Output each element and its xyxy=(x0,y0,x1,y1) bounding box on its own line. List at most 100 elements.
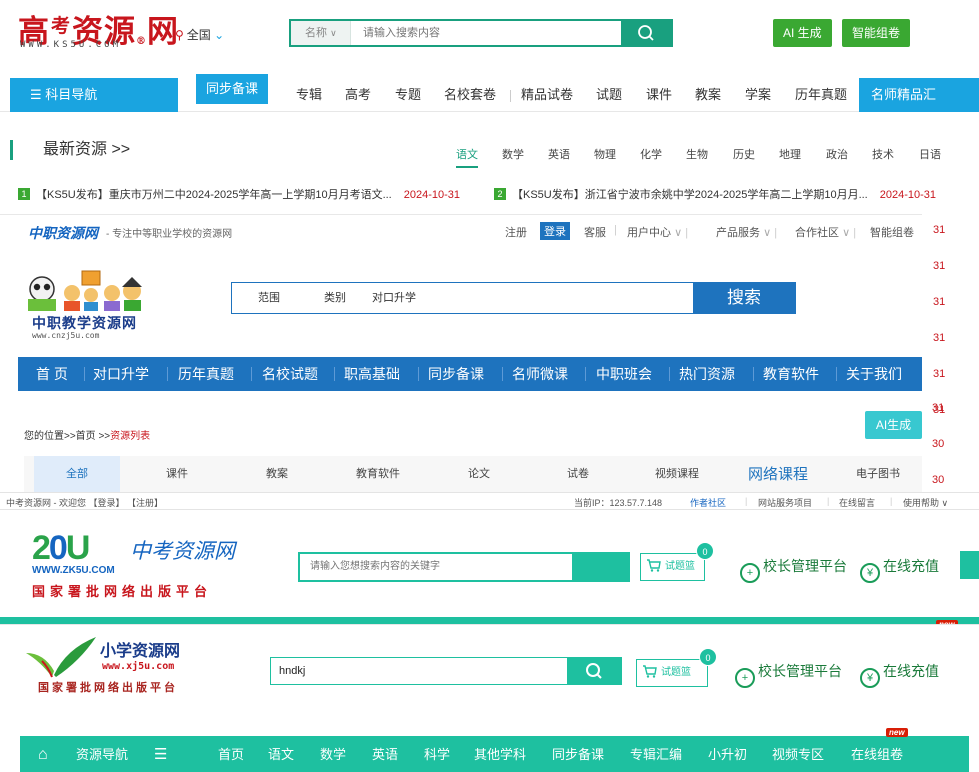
author-community-link[interactable]: 作者社区 xyxy=(690,496,726,509)
tab-item[interactable]: 教育软件 xyxy=(356,456,400,492)
newest-resources-title[interactable]: 最新资源 >> xyxy=(10,140,130,160)
nav-item[interactable]: 对口升学 xyxy=(93,357,149,391)
nav-item[interactable]: 职高基础 xyxy=(344,357,400,391)
community-menu[interactable]: 合作社区 ∨ | xyxy=(795,224,856,240)
nav-item[interactable]: 同步备课 xyxy=(552,736,604,772)
online-recharge-link[interactable]: ¥ 在线充值 xyxy=(860,556,939,583)
search-input[interactable] xyxy=(353,21,623,45)
nav-item[interactable]: 首 页 xyxy=(36,357,68,391)
zk5u-logo[interactable]: 20U 中考资源网 WWW.ZK5U.COM 国家署批网络出版平台 xyxy=(32,529,262,600)
nav-item[interactable]: 关于我们 xyxy=(846,357,902,391)
nav-item[interactable]: 高考 xyxy=(345,78,371,112)
tab-item[interactable]: 网络课程 xyxy=(748,456,808,492)
service-link[interactable]: 客服 xyxy=(584,224,606,240)
nav-item[interactable]: 同步备课 xyxy=(428,357,484,391)
nav-item[interactable]: 专辑汇编 xyxy=(630,736,682,772)
search-scope-select[interactable]: 名称 ∨ xyxy=(291,21,351,45)
smart-paper-link[interactable]: 智能组卷 xyxy=(870,224,914,240)
tab-item[interactable]: 试卷 xyxy=(567,456,589,492)
nav-item[interactable]: 同步备课 xyxy=(196,74,269,104)
region-selector[interactable]: ⚲ 全国 ⌄ xyxy=(175,26,224,43)
nav-item[interactable]: 名校套卷 xyxy=(444,78,496,112)
nav-item[interactable]: 课件 xyxy=(646,78,672,112)
subject-tab[interactable]: 日语 xyxy=(919,146,941,162)
user-center-menu[interactable]: 用户中心 ∨ | xyxy=(627,224,688,240)
category-label[interactable]: 类别 xyxy=(324,283,346,313)
subject-tab[interactable]: 政治 xyxy=(826,146,848,162)
tab-item[interactable]: 课件 xyxy=(166,456,188,492)
nav-item[interactable]: 小升初 xyxy=(708,736,747,772)
subject-nav-toggle[interactable]: ☰ 科目导航 xyxy=(10,78,178,112)
tab-item[interactable]: 电子图书 xyxy=(856,456,900,492)
nav-item[interactable]: 首页 xyxy=(218,736,244,772)
subject-tab[interactable]: 地理 xyxy=(779,146,801,162)
service-items-link[interactable]: 网站服务项目 xyxy=(758,496,812,509)
search-button[interactable] xyxy=(567,658,621,684)
search-input[interactable] xyxy=(279,658,559,684)
edge-button[interactable] xyxy=(960,551,979,579)
tab-item[interactable]: 视频课程 xyxy=(655,456,699,492)
chevron-down-icon: ∨ xyxy=(763,227,772,239)
news-item[interactable]: 1 【KS5U发布】重庆市万州二中2024-2025学年高一上学期10月月考语文.… xyxy=(18,186,460,202)
nav-item[interactable]: 学案 xyxy=(745,78,771,112)
subject-tab[interactable]: 英语 xyxy=(548,146,570,162)
subject-tab[interactable]: 化学 xyxy=(640,146,662,162)
search-input[interactable] xyxy=(310,554,560,580)
help-menu[interactable]: 使用帮助 ∨ xyxy=(903,496,948,509)
nav-item[interactable]: 数学 xyxy=(320,736,346,772)
smart-paper-button[interactable]: 智能组卷 xyxy=(842,19,911,47)
principal-platform-link[interactable]: + 校长管理平台 xyxy=(740,556,847,583)
login-button[interactable]: 登录 xyxy=(540,222,570,240)
nav-item[interactable]: 历年真题 xyxy=(178,357,234,391)
nav-item[interactable]: 在线组卷 xyxy=(851,736,903,772)
nav-item[interactable]: 历年真题 xyxy=(795,78,847,112)
ai-generate-button[interactable]: AI生成 xyxy=(865,411,922,439)
nav-item[interactable]: 热门资源 xyxy=(679,357,735,391)
nav-item[interactable]: 视频专区 xyxy=(772,736,824,772)
home-icon[interactable]: ⌂ xyxy=(38,736,48,772)
nav-item[interactable]: 语文 xyxy=(268,736,294,772)
nav-item[interactable]: 试题 xyxy=(596,78,622,112)
cnzj5u-logo[interactable]: 中职教学资源网 www.cnzj5u.com xyxy=(24,263,154,341)
principal-platform-link[interactable]: + 校长管理平台 xyxy=(735,661,842,688)
nav-item[interactable]: 教育软件 xyxy=(763,357,819,391)
nav-item-famous-teacher[interactable]: 名师精品汇 xyxy=(859,78,979,112)
nav-item[interactable]: 专辑 xyxy=(296,78,322,112)
subject-tab[interactable]: 语文 xyxy=(456,146,478,168)
ai-generate-button[interactable]: AI 生成 xyxy=(773,19,832,47)
xj5u-logo[interactable]: 小学资源网 www.xj5u.com 国家署批网络出版平台 xyxy=(22,631,222,721)
menu-icon[interactable]: ☰ xyxy=(154,736,167,772)
subject-tab[interactable]: 数学 xyxy=(502,146,524,162)
tab-all[interactable]: 全部 xyxy=(34,456,120,492)
question-basket-button[interactable]: 试题篮 0 xyxy=(640,542,714,581)
products-menu[interactable]: 产品服务 ∨ | xyxy=(716,224,777,240)
register-link[interactable]: 注册 xyxy=(505,224,527,240)
search-button[interactable]: 搜索 xyxy=(693,283,795,313)
subject-tab[interactable]: 技术 xyxy=(872,146,894,162)
message-link[interactable]: 在线留言 xyxy=(839,496,875,509)
online-recharge-link[interactable]: ¥ 在线充值 xyxy=(860,661,939,688)
subject-tab[interactable]: 历史 xyxy=(733,146,755,162)
news-item[interactable]: 2 【KS5U发布】浙江省宁波市余姚中学2024-2025学年高二上学期10月月.… xyxy=(494,186,936,202)
subject-tab[interactable]: 物理 xyxy=(594,146,616,162)
welcome-bar[interactable]: 中考资源网 - 欢迎您 【登录】 【注册】 xyxy=(6,496,163,509)
nav-item[interactable]: 名师微课 xyxy=(512,357,568,391)
nav-item[interactable]: 教案 xyxy=(695,78,721,112)
tab-item[interactable]: 教案 xyxy=(266,456,288,492)
search-input[interactable] xyxy=(372,283,692,313)
nav-item[interactable]: 英语 xyxy=(372,736,398,772)
subject-tab[interactable]: 生物 xyxy=(686,146,708,162)
nav-item[interactable]: 科学 xyxy=(424,736,450,772)
nav-item[interactable]: 精品试卷 xyxy=(521,78,573,112)
search-button[interactable] xyxy=(621,21,671,45)
resource-nav-label[interactable]: 资源导航 xyxy=(76,736,128,772)
scope-label[interactable]: 范围 xyxy=(258,283,280,313)
search-button[interactable] xyxy=(572,554,628,580)
tab-item[interactable]: 论文 xyxy=(468,456,490,492)
nav-item[interactable]: 专题 xyxy=(395,78,421,112)
cnzj5u-brand-logo[interactable]: 中职资源网 xyxy=(28,223,98,243)
nav-item[interactable]: 中职班会 xyxy=(596,357,652,391)
question-basket-button[interactable]: 试题篮 0 xyxy=(636,648,717,687)
nav-item[interactable]: 其他学科 xyxy=(474,736,526,772)
nav-item[interactable]: 名校试题 xyxy=(262,357,318,391)
